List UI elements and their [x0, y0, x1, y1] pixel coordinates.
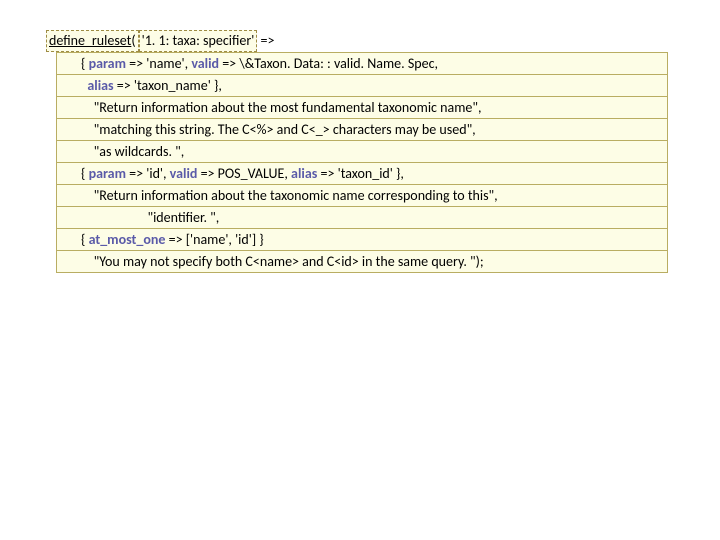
code-line-1: define_ruleset('1. 1: taxa: specifier' =… — [46, 30, 672, 52]
code-row: alias => 'taxon_name' }, — [56, 75, 668, 97]
code-row: "You may not specify both C<name> and C<… — [56, 251, 668, 273]
code-rows: { param => 'name', valid => \&Taxon. Dat… — [46, 52, 672, 273]
code-row: { at_most_one => ['name', 'id'] } — [56, 229, 668, 251]
code-row: "matching this string. The C<%> and C<_>… — [56, 119, 668, 141]
code-row: "as wildcards. ", — [56, 141, 668, 163]
arrow: => — [257, 32, 274, 49]
code-row: { param => 'id', valid => POS_VALUE, ali… — [56, 163, 668, 185]
func-name: define_ruleset — [49, 32, 131, 49]
code-row: "identifier. ", — [56, 207, 668, 229]
code-row: { param => 'name', valid => \&Taxon. Dat… — [56, 52, 668, 75]
code-row: "Return information about the taxonomic … — [56, 185, 668, 207]
code-block: define_ruleset('1. 1: taxa: specifier' =… — [46, 30, 672, 273]
arg-box: '1. 1: taxa: specifier' — [139, 30, 258, 52]
func-name-box: define_ruleset( — [46, 30, 139, 52]
code-row: "Return information about the most funda… — [56, 97, 668, 119]
